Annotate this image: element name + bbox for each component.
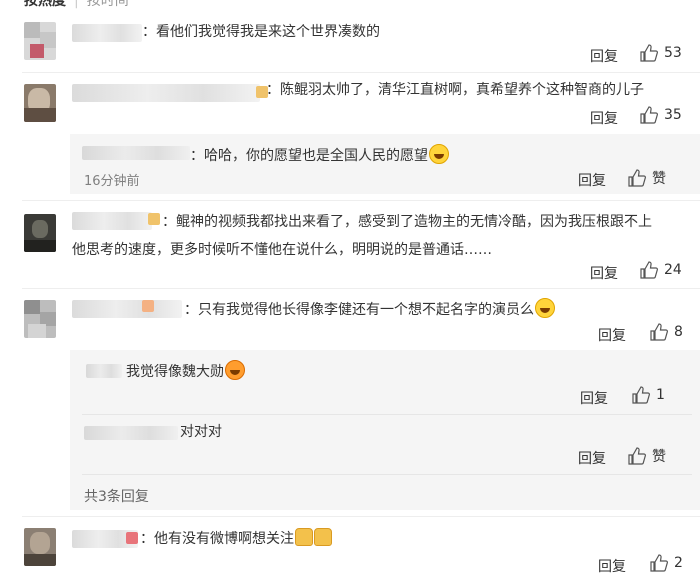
comment-text: ：只有我觉得他长得像李健还有一个想不起名字的演员么 <box>184 298 555 320</box>
comment-text-content: ：他有没有微博啊想关注 <box>140 531 294 547</box>
thumbs-up-emoji-icon <box>314 528 332 546</box>
like-button[interactable]: 1 <box>632 386 665 404</box>
like-label: 赞 <box>652 171 666 187</box>
reply-button[interactable]: 回复 <box>590 46 618 66</box>
avatar[interactable] <box>24 84 56 122</box>
reply-text-content: 我觉得像魏大勋 <box>126 364 224 380</box>
sort-tabs: 按热度 | 按时间 <box>24 0 129 9</box>
username[interactable] <box>84 426 178 440</box>
divider <box>22 288 700 289</box>
like-button[interactable]: 35 <box>640 106 682 124</box>
grinning-emoji-icon <box>225 360 245 380</box>
username[interactable] <box>82 146 190 160</box>
reply-section: ：哈哈，你的愿望也是全国人民的愿望 16分钟前 回复 赞 <box>70 134 700 194</box>
reply-text-content: ：哈哈，你的愿望也是全国人民的愿望 <box>190 148 428 164</box>
like-count: 1 <box>656 387 665 403</box>
reply-text: 对对对 <box>180 424 222 440</box>
like-button[interactable]: 53 <box>640 44 682 62</box>
thumbs-up-icon <box>640 106 658 124</box>
thumbs-up-icon <box>628 447 646 465</box>
tab-time[interactable]: 按时间 <box>87 0 129 9</box>
avatar[interactable] <box>24 300 56 338</box>
like-count: 35 <box>664 107 682 123</box>
reply-button[interactable]: 回复 <box>580 388 608 408</box>
like-button[interactable]: 8 <box>650 323 683 341</box>
thumbs-up-icon <box>632 386 650 404</box>
thumbs-up-icon <box>650 323 668 341</box>
divider <box>82 474 692 475</box>
reply-section: 我觉得像魏大勋 回复 1 对对对 回复 赞 共3条回复 <box>70 350 700 510</box>
laughing-emoji-icon <box>429 144 449 164</box>
comment-text: ：他有没有微博啊想关注 <box>140 528 332 549</box>
view-more-replies[interactable]: 共3条回复 <box>84 486 149 506</box>
divider <box>22 200 700 201</box>
reply-button[interactable]: 回复 <box>598 325 626 345</box>
laughing-emoji-icon <box>535 298 555 318</box>
reply-button[interactable]: 回复 <box>598 556 626 576</box>
thumbs-up-icon <box>640 44 658 62</box>
reply-button[interactable]: 回复 <box>590 108 618 128</box>
username[interactable] <box>86 364 122 378</box>
like-button[interactable]: 24 <box>640 261 682 279</box>
like-count: 8 <box>674 324 683 340</box>
reply-text: ：哈哈，你的愿望也是全国人民的愿望 <box>190 144 449 166</box>
like-button[interactable]: 赞 <box>628 446 666 466</box>
thumbs-up-icon <box>640 261 658 279</box>
username[interactable] <box>72 300 182 318</box>
reply-button[interactable]: 回复 <box>590 263 618 283</box>
like-label: 赞 <box>652 449 666 465</box>
thumbs-up-emoji-icon <box>295 528 313 546</box>
like-count: 2 <box>674 555 683 571</box>
like-button[interactable]: 赞 <box>628 168 666 188</box>
thumbs-up-icon <box>650 554 668 572</box>
username[interactable] <box>72 84 260 102</box>
badge-icon <box>126 532 138 544</box>
avatar[interactable] <box>24 22 56 60</box>
reply-text: 我觉得像魏大勋 <box>126 360 245 382</box>
reply-button[interactable]: 回复 <box>578 170 606 190</box>
divider <box>82 414 692 415</box>
timestamp: 16分钟前 <box>84 174 140 189</box>
comment-text: ：陈鲲羽太帅了，清华江直树啊，真希望养个这种智商的儿子 <box>266 82 644 98</box>
tab-hot[interactable]: 按热度 <box>24 0 66 9</box>
divider <box>22 516 700 517</box>
like-button[interactable]: 2 <box>650 554 683 572</box>
like-count: 53 <box>664 45 682 61</box>
like-count: 24 <box>664 262 682 278</box>
comment-text: ：鲲神的视频我都找出来看了，感受到了造物主的无情冷酷，因为我压根跟不上他思考的速… <box>72 214 652 258</box>
badge-icon <box>142 300 154 312</box>
comment-text: ：看他们我觉得我是来这个世界凑数的 <box>142 24 380 40</box>
avatar[interactable] <box>24 528 56 566</box>
reply-button[interactable]: 回复 <box>578 448 606 468</box>
avatar[interactable] <box>24 214 56 252</box>
thumbs-up-icon <box>628 169 646 187</box>
username[interactable] <box>72 24 142 42</box>
divider <box>22 72 700 73</box>
comment-text-content: ：只有我觉得他长得像李健还有一个想不起名字的演员么 <box>184 302 534 318</box>
